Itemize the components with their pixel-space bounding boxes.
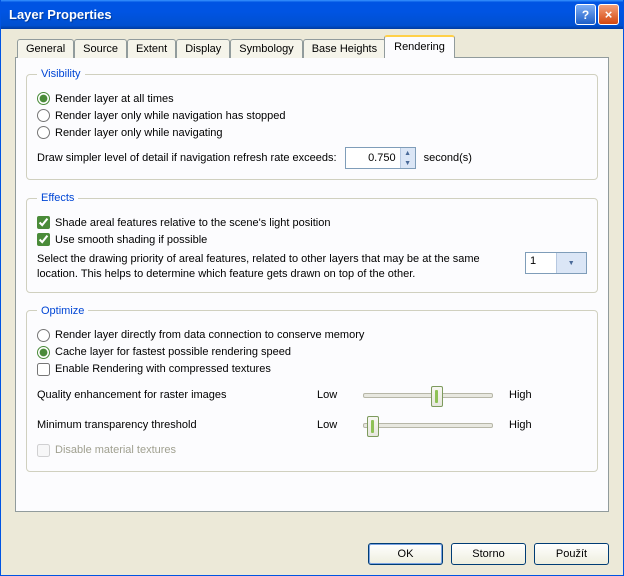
check-compressed-label: Enable Rendering with compressed texture… (55, 363, 271, 375)
radio-render-navigating-label: Render layer only while navigating (55, 127, 223, 139)
label-transparency: Minimum transparency threshold (37, 419, 317, 431)
radio-cache[interactable]: Cache layer for fastest possible renderi… (37, 346, 587, 359)
radio-render-all-label: Render layer at all times (55, 93, 174, 105)
help-button[interactable]: ? (575, 4, 596, 25)
tab-display[interactable]: Display (176, 39, 230, 58)
check-shade-input[interactable] (37, 216, 50, 229)
tab-pane-rendering: Visibility Render layer at all times Ren… (15, 57, 609, 512)
legend-optimize: Optimize (37, 305, 88, 317)
group-optimize: Optimize Render layer directly from data… (26, 305, 598, 472)
row-quality-slider: Quality enhancement for raster images Lo… (37, 384, 587, 406)
group-effects: Effects Shade areal features relative to… (26, 192, 598, 293)
radio-render-stopped-input[interactable] (37, 109, 50, 122)
slider-thumb[interactable] (431, 386, 443, 407)
spinner-buttons[interactable]: ▲ ▼ (400, 148, 415, 168)
slider-quality[interactable] (363, 384, 493, 406)
legend-effects: Effects (37, 192, 78, 204)
check-compressed[interactable]: Enable Rendering with compressed texture… (37, 363, 587, 376)
slider-transparency[interactable] (363, 414, 493, 436)
spinner-refresh-input[interactable] (346, 148, 400, 168)
tab-symbology[interactable]: Symbology (230, 39, 302, 58)
group-visibility: Visibility Render layer at all times Ren… (26, 68, 598, 180)
row-detail-refresh: Draw simpler level of detail if navigati… (37, 147, 587, 169)
label-low-1: Low (317, 389, 347, 401)
row-transparency-slider: Minimum transparency threshold Low High (37, 414, 587, 436)
check-smooth-label: Use smooth shading if possible (55, 234, 207, 246)
apply-button[interactable]: Použít (534, 543, 609, 565)
radio-render-all[interactable]: Render layer at all times (37, 92, 587, 105)
titlebar: Layer Properties ? × (1, 0, 623, 29)
spinner-refresh-rate[interactable]: ▲ ▼ (345, 147, 416, 169)
radio-direct-input[interactable] (37, 329, 50, 342)
cancel-button[interactable]: Storno (451, 543, 526, 565)
radio-render-stopped[interactable]: Render layer only while navigation has s… (37, 109, 587, 122)
radio-cache-input[interactable] (37, 346, 50, 359)
check-shade[interactable]: Shade areal features relative to the sce… (37, 216, 587, 229)
check-compressed-input[interactable] (37, 363, 50, 376)
check-disable-textures-input (37, 444, 50, 457)
radio-render-navigating-input[interactable] (37, 126, 50, 139)
radio-render-all-input[interactable] (37, 92, 50, 105)
label-high-1: High (509, 389, 539, 401)
check-shade-label: Shade areal features relative to the sce… (55, 217, 330, 229)
tab-rendering[interactable]: Rendering (384, 35, 455, 58)
label-refresh-rate: Draw simpler level of detail if navigati… (37, 152, 337, 164)
dialog-window: Layer Properties ? × General Source Exte… (0, 0, 624, 576)
legend-visibility: Visibility (37, 68, 85, 80)
close-button[interactable]: × (598, 4, 619, 25)
radio-direct-label: Render layer directly from data connecti… (55, 329, 364, 341)
check-disable-textures: Disable material textures (37, 444, 587, 457)
label-low-2: Low (317, 419, 347, 431)
row-priority: Select the drawing priority of areal fea… (37, 252, 587, 282)
label-high-2: High (509, 419, 539, 431)
spinner-up-icon[interactable]: ▲ (400, 148, 415, 158)
titlebar-buttons: ? × (575, 4, 619, 25)
combo-priority-value: 1 (526, 253, 556, 273)
slider-thumb-2[interactable] (367, 416, 379, 437)
radio-render-stopped-label: Render layer only while navigation has s… (55, 110, 286, 122)
content-area: General Source Extent Display Symbology … (1, 29, 623, 522)
radio-direct[interactable]: Render layer directly from data connecti… (37, 329, 587, 342)
radio-cache-label: Cache layer for fastest possible renderi… (55, 346, 291, 358)
tab-source[interactable]: Source (74, 39, 127, 58)
spinner-down-icon[interactable]: ▼ (400, 158, 415, 168)
tab-base-heights[interactable]: Base Heights (303, 39, 386, 58)
label-refresh-unit: second(s) (424, 152, 472, 164)
slider-track-2 (363, 423, 493, 428)
slider-track (363, 393, 493, 398)
label-quality: Quality enhancement for raster images (37, 389, 317, 401)
button-bar: OK Storno Použít (368, 543, 609, 565)
tab-extent[interactable]: Extent (127, 39, 176, 58)
tab-strip: General Source Extent Display Symbology … (15, 37, 609, 58)
tab-general[interactable]: General (17, 39, 74, 58)
ok-button[interactable]: OK (368, 543, 443, 565)
combo-priority[interactable]: 1 ▼ (525, 252, 587, 274)
check-disable-textures-label: Disable material textures (55, 444, 176, 456)
chevron-down-icon[interactable]: ▼ (556, 253, 587, 273)
window-title: Layer Properties (9, 7, 575, 22)
check-smooth[interactable]: Use smooth shading if possible (37, 233, 587, 246)
check-smooth-input[interactable] (37, 233, 50, 246)
radio-render-navigating[interactable]: Render layer only while navigating (37, 126, 587, 139)
label-priority-text: Select the drawing priority of areal fea… (37, 252, 511, 282)
